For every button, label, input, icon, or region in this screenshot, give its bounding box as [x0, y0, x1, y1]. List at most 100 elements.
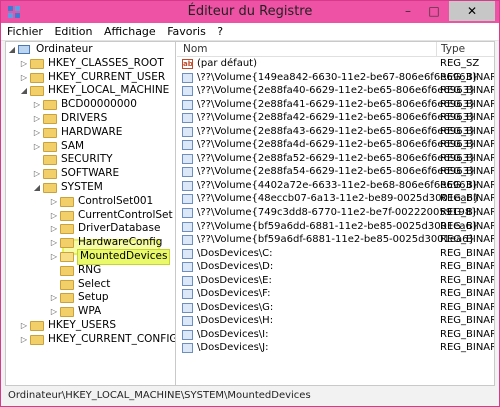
menu-help[interactable]: ?	[213, 23, 227, 40]
value-name: \DosDevices\H:	[197, 315, 274, 327]
expand-arrow-icon[interactable]: ▷	[20, 71, 28, 85]
value-type: REG_BINARY	[440, 98, 494, 110]
expand-arrow-icon[interactable]: ▷	[33, 126, 41, 140]
value-name: \DosDevices\E:	[197, 274, 272, 286]
registry-tree[interactable]: ◢ Ordinateur ▷ HKEY_CLASSES_ROOT ▷ HKEY_CURRE…	[6, 42, 176, 385]
title-bar[interactable]: Éditeur du Registre – □ ✕	[1, 1, 499, 23]
values-rows: ab (par défaut) REG_SZ \??\Volume{149ea842-…	[177, 57, 494, 355]
value-row[interactable]: \DosDevices\I: REG_BINARY	[177, 328, 494, 342]
maximize-button[interactable]: □	[421, 1, 447, 21]
value-type: REG_BINARY	[440, 342, 494, 354]
binary-value-icon	[182, 113, 193, 124]
value-name: \??\Volume{2e88fa42-6629-11e2-be65-806e6…	[197, 112, 476, 124]
value-row[interactable]: \??\Volume{2e88fa40-6629-11e2-be65-806e6…	[177, 84, 494, 98]
tree-item-label: SAM	[61, 139, 85, 152]
binary-value-icon	[182, 235, 193, 246]
collapse-arrow-icon[interactable]: ◢	[33, 181, 41, 195]
binary-value-icon	[182, 126, 193, 137]
tree-item-label: HKEY_LOCAL_MACHINE	[48, 84, 170, 97]
menu-edition[interactable]: Edition	[50, 23, 96, 40]
expand-arrow-icon[interactable]: ▷	[50, 209, 58, 223]
folder-icon	[60, 238, 74, 249]
value-row[interactable]: \??\Volume{2e88fa52-6629-11e2-be65-806e6…	[177, 152, 494, 166]
binary-value-icon	[182, 208, 193, 219]
expand-arrow-icon[interactable]: ▷	[50, 222, 58, 236]
menu-favoris[interactable]: Favoris	[163, 23, 210, 40]
folder-icon	[30, 58, 44, 69]
value-row[interactable]: \??\Volume{bf59a6df-6881-11e2-be85-0025d…	[177, 233, 494, 247]
tree-item-label: DRIVERS	[61, 112, 108, 124]
folder-icon	[60, 293, 74, 304]
value-row[interactable]: \??\Volume{2e88fa41-6629-11e2-be65-806e6…	[177, 98, 494, 112]
value-type: REG_BINARY	[440, 207, 494, 219]
expand-arrow-icon[interactable]: ▷	[50, 291, 58, 305]
binary-value-icon	[182, 72, 193, 83]
expand-arrow-icon[interactable]: ▷	[33, 167, 41, 181]
value-row[interactable]: \DosDevices\E: REG_BINARY	[177, 274, 494, 288]
value-type: REG_BINARY	[440, 152, 494, 164]
tree-item-label: ControlSet001	[78, 194, 154, 207]
tree-item-label: SYSTEM	[61, 181, 103, 193]
minimize-button[interactable]: –	[395, 1, 421, 21]
close-button[interactable]: ✕	[449, 1, 495, 21]
collapse-arrow-icon[interactable]: ◢	[8, 43, 16, 57]
computer-icon	[18, 45, 30, 54]
expand-arrow-icon[interactable]: ▷	[50, 305, 58, 319]
value-row[interactable]: \??\Volume{bf59a6dd-6881-11e2-be85-0025d…	[177, 220, 494, 234]
value-type: REG_BINARY	[440, 274, 494, 286]
value-row[interactable]: \??\Volume{749c3dd8-6770-11e2-be7f-00222…	[177, 206, 494, 220]
tree-item-label: HARDWARE	[61, 125, 123, 138]
value-row[interactable]: ab (par défaut) REG_SZ	[177, 57, 494, 71]
value-row[interactable]: \DosDevices\H: REG_BINARY	[177, 314, 494, 328]
tree-item-label: HKEY_USERS	[48, 319, 117, 331]
menu-bar: Fichier Edition Affichage Favoris ?	[1, 23, 499, 41]
value-type: REG_BINARY	[440, 220, 494, 232]
binary-value-icon	[182, 180, 193, 191]
folder-icon	[60, 307, 74, 318]
value-row[interactable]: \??\Volume{48eccb07-6a13-11e2-be89-0025d…	[177, 192, 494, 206]
expand-arrow-icon[interactable]: ▷	[33, 140, 41, 154]
expand-arrow-icon[interactable]: ▷	[20, 333, 28, 347]
expand-arrow-icon[interactable]: ▷	[50, 195, 58, 209]
column-header-type[interactable]: Type	[441, 43, 465, 55]
column-header-name[interactable]: Nom	[183, 43, 208, 55]
tree-item-label: Setup	[78, 291, 109, 304]
tree-item-label: HKEY_CLASSES_ROOT	[48, 56, 164, 69]
menu-fichier[interactable]: Fichier	[3, 23, 47, 40]
binary-value-icon	[182, 343, 193, 354]
value-row[interactable]: \DosDevices\F: REG_BINARY	[177, 287, 494, 301]
expand-arrow-icon[interactable]: ▷	[33, 98, 41, 112]
expand-arrow-icon[interactable]: ▷	[50, 250, 58, 264]
expand-arrow-icon[interactable]: ▷	[20, 319, 28, 333]
values-list[interactable]: Nom Type ab (par défaut) REG_SZ \??\Volume{…	[177, 42, 494, 385]
binary-value-icon	[182, 302, 193, 313]
value-row[interactable]: \??\Volume{2e88fa4d-6629-11e2-be65-806e6…	[177, 138, 494, 152]
value-name: \DosDevices\D:	[197, 261, 274, 273]
menu-affichage[interactable]: Affichage	[100, 23, 160, 40]
value-row[interactable]: \DosDevices\J: REG_BINARY	[177, 341, 494, 355]
expand-arrow-icon[interactable]: ▷	[50, 236, 58, 250]
value-row[interactable]: \DosDevices\G: REG_BINARY	[177, 301, 494, 315]
value-name: (par défaut)	[197, 58, 257, 69]
collapse-arrow-icon[interactable]: ◢	[20, 84, 28, 98]
value-row[interactable]: \DosDevices\C: REG_BINARY	[177, 247, 494, 261]
value-row[interactable]: \??\Volume{2e88fa54-6629-11e2-be65-806e6…	[177, 165, 494, 179]
value-row[interactable]: \DosDevices\D: REG_BINARY	[177, 260, 494, 274]
value-type: REG_BINARY	[440, 112, 494, 124]
value-type: REG_BINARY	[440, 166, 494, 178]
main-content: ◢ Ordinateur ▷ HKEY_CLASSES_ROOT ▷ HKEY_CURRE…	[5, 41, 495, 386]
tree-item-label: HKEY_CURRENT_CONFIG	[48, 332, 176, 345]
value-type: REG_BINARY	[440, 234, 494, 246]
folder-icon	[30, 72, 44, 83]
value-row[interactable]: \??\Volume{149ea842-6630-11e2-be67-806e6…	[177, 71, 494, 85]
expand-arrow-icon[interactable]: ▷	[20, 57, 28, 71]
expand-arrow-icon[interactable]: ▷	[33, 112, 41, 126]
value-row[interactable]: \??\Volume{2e88fa43-6629-11e2-be65-806e6…	[177, 125, 494, 139]
value-name: \??\Volume{2e88fa40-6629-11e2-be65-806e6…	[197, 85, 476, 97]
value-row[interactable]: \??\Volume{4402a72e-6633-11e2-be68-806e6…	[177, 179, 494, 193]
value-type: REG_SZ	[440, 58, 480, 69]
value-name: \??\Volume{2e88fa4d-6629-11e2-be65-806e6…	[197, 139, 476, 151]
value-row[interactable]: \??\Volume{2e88fa42-6629-11e2-be65-806e6…	[177, 111, 494, 125]
value-name: \??\Volume{bf59a6dd-6881-11e2-be85-0025d…	[197, 220, 479, 232]
column-separator[interactable]	[436, 42, 437, 57]
